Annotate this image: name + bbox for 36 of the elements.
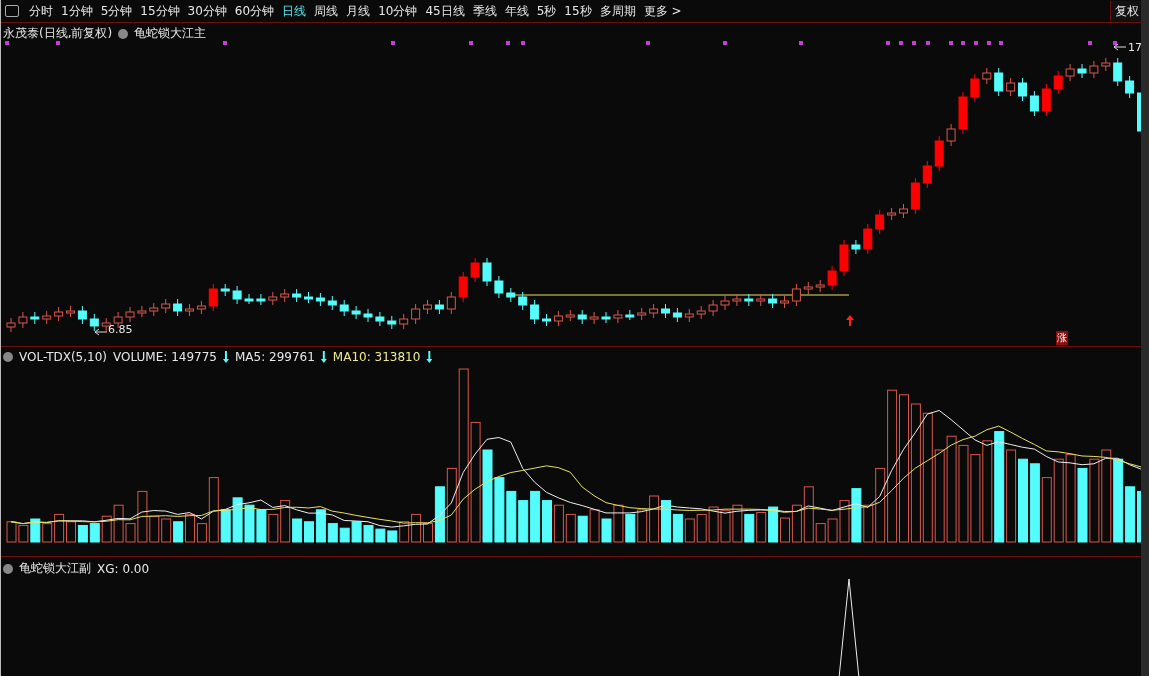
period-tab[interactable]: 15分钟 — [136, 2, 184, 20]
signal-value: XG: 0.00 — [97, 561, 150, 576]
rise-badge: 涨 — [1056, 331, 1068, 345]
left-arrow-icon — [94, 328, 108, 336]
period-tab[interactable]: 更多 > — [639, 2, 686, 20]
period-tab[interactable]: 1分钟 — [57, 2, 97, 20]
period-tab[interactable]: 年线 — [500, 2, 533, 20]
indicator-name[interactable]: 龟蛇锁大江副 — [19, 560, 91, 577]
price-label: 17 — [1128, 41, 1141, 54]
period-tab[interactable]: 月线 — [342, 2, 375, 20]
left-arrow-icon — [1113, 43, 1127, 51]
dropdown-icon[interactable] — [3, 352, 13, 362]
period-tab[interactable]: 分时 — [25, 2, 57, 20]
dropdown-icon[interactable] — [3, 563, 13, 574]
period-tab[interactable]: 季线 — [468, 2, 501, 20]
indicator-name[interactable]: 龟蛇锁大江主 — [134, 25, 207, 42]
period-tab[interactable]: 45日线 — [421, 2, 469, 20]
price-label: 6.85 — [108, 323, 133, 336]
indicator-name[interactable]: VOL-TDX(5,10) — [19, 350, 108, 364]
adjust-button[interactable]: 复权 — [1110, 0, 1141, 22]
dropdown-icon[interactable] — [118, 28, 129, 39]
stock-title: 永茂泰(日线,前复权) — [3, 25, 113, 42]
up-arrow-icon — [846, 315, 854, 326]
period-tab[interactable]: 5分钟 — [96, 2, 137, 20]
period-tab[interactable]: 周线 — [310, 2, 343, 20]
volume-value: VOLUME: 149775 — [113, 350, 217, 364]
period-tab[interactable]: 5秒 — [532, 2, 561, 20]
period-tab[interactable]: 10分钟 — [374, 2, 422, 20]
panel-toggle-icon[interactable] — [5, 5, 19, 17]
period-tab[interactable]: 15秒 — [560, 2, 596, 20]
period-tab[interactable]: 60分钟 — [230, 2, 279, 20]
ma5-value: MA5: 299761 — [234, 350, 315, 364]
period-tab[interactable]: 多周期 — [595, 2, 640, 20]
period-tab[interactable]: 30分钟 — [183, 2, 231, 20]
period-tab[interactable]: 日线 — [278, 2, 311, 20]
ma10-value: MA10: 313810 — [332, 350, 421, 364]
